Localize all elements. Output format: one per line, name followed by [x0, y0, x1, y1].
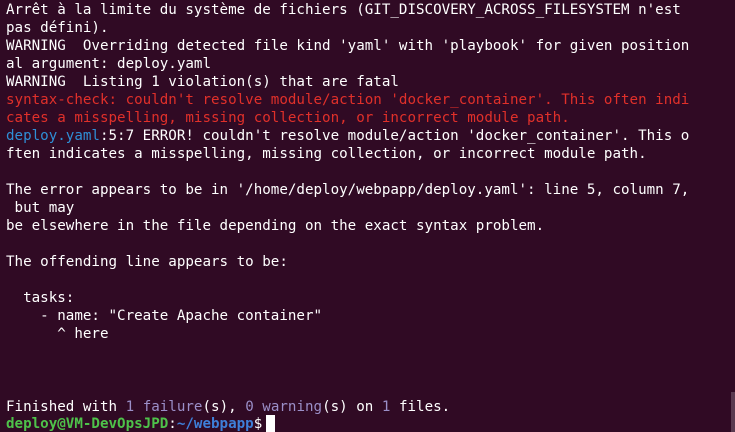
code-line: - name: "Create Apache container": [6, 308, 323, 324]
text-cursor: [266, 415, 276, 432]
failures-label: failure: [142, 399, 203, 415]
prompt-user-host: deploy@VM-DevOpsJPD: [6, 416, 169, 432]
syntax-check-label: syntax-check:: [6, 92, 118, 108]
prompt-colon: :: [168, 416, 177, 432]
error-file-name: deploy.yaml: [6, 128, 100, 144]
syntax-check-line: syntax-check: couldn't resolve module/ac…: [6, 91, 689, 109]
summary-suffix: files.: [390, 399, 451, 415]
prompt-symbol: $: [253, 416, 263, 432]
error-line: deploy.yaml:5:7 ERROR! couldn't resolve …: [6, 127, 689, 145]
summary-prefix: Finished with: [6, 399, 126, 415]
scrollbar-thumb[interactable]: [731, 392, 735, 432]
output-line: but may: [6, 200, 75, 216]
scrollbar[interactable]: [731, 0, 735, 432]
warnings-count: 0: [245, 399, 254, 415]
code-line: tasks:: [6, 290, 75, 306]
summary-line: Finished with 1 failure(s), 0 warning(s)…: [6, 398, 450, 416]
output-line: WARNING Listing 1 violation(s) that are …: [6, 74, 399, 90]
syntax-check-message: couldn't resolve module/action 'docker_c…: [117, 92, 690, 108]
output-line: be elsewhere in the file depending on th…: [6, 218, 545, 234]
terminal-window[interactable]: Arrêt à la limite du système de fichiers…: [0, 0, 735, 432]
failures-count: 1: [125, 399, 135, 415]
syntax-check-line-continued: cates a misspelling, missing collection,…: [6, 110, 570, 126]
prompt-path: ~/webpapp: [176, 416, 254, 432]
shell-prompt[interactable]: deploy@VM-DevOpsJPD:~/webpapp$: [6, 415, 276, 432]
error-message: :5:7 ERROR! couldn't resolve module/acti…: [99, 128, 690, 144]
output-line: The error appears to be in '/home/deploy…: [6, 182, 690, 198]
warnings-label: warning: [262, 399, 323, 415]
output-line: pas défini).: [6, 20, 109, 36]
output-line: The offending line appears to be:: [6, 254, 288, 270]
summary-sep: (s),: [202, 399, 246, 415]
output-line: WARNING Overriding detected file kind 'y…: [6, 38, 690, 54]
error-line-continued: ften indicates a misspelling, missing co…: [6, 146, 647, 162]
output-line: Arrêt à la limite du système de fichiers…: [6, 2, 681, 18]
output-line: al argument: deploy.yaml: [6, 56, 211, 72]
summary-sep: (s) on: [322, 399, 382, 415]
code-line: ^ here: [6, 326, 109, 342]
